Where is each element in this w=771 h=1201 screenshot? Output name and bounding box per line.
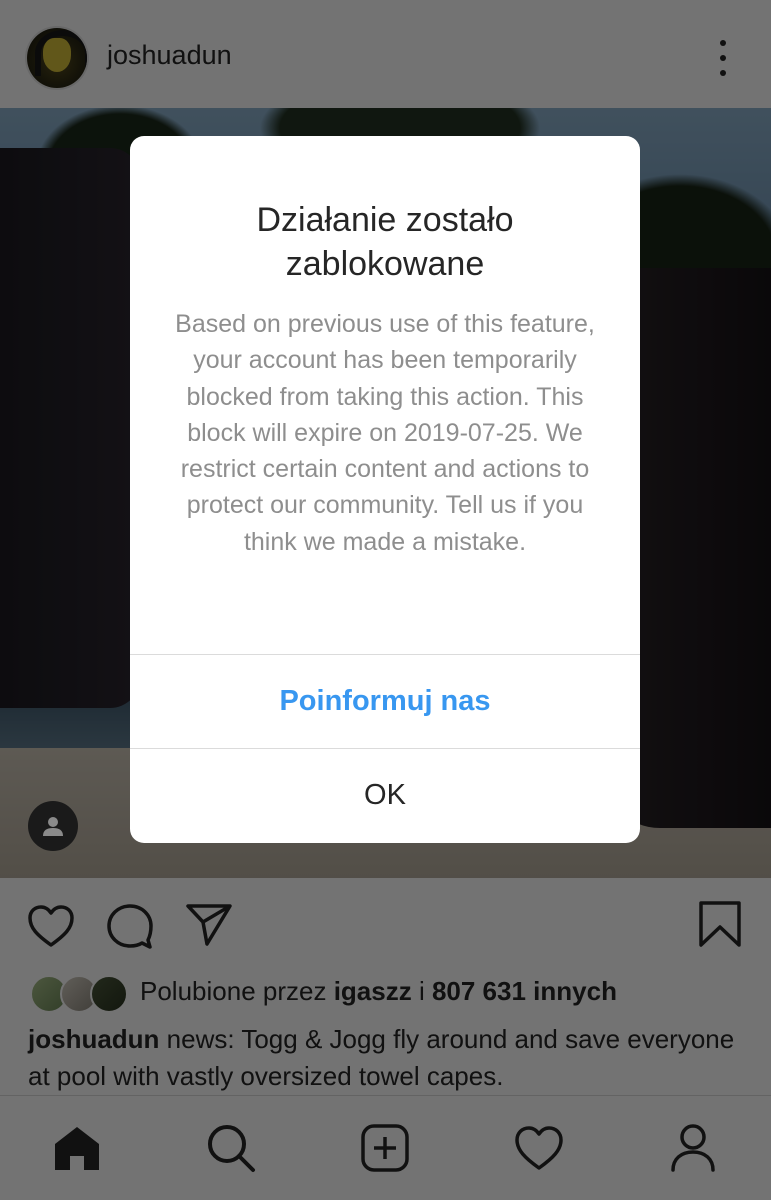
post-action-bar: [0, 878, 771, 970]
post-header: joshuadun: [0, 0, 771, 108]
more-dot: [720, 55, 726, 61]
comment-icon[interactable]: [106, 902, 154, 950]
post-caption: joshuadun news: Togg & Jogg fly around a…: [28, 1021, 748, 1095]
add-post-icon: [361, 1124, 409, 1172]
likes-user[interactable]: igaszz: [334, 976, 412, 1006]
more-dot: [720, 70, 726, 76]
likes-prefix: Polubione przez: [140, 976, 334, 1006]
search-icon: [208, 1125, 255, 1172]
liker-avatars[interactable]: [30, 972, 130, 1013]
profile-icon: [671, 1124, 715, 1172]
nav-add-post[interactable]: [357, 1120, 413, 1176]
dialog-title: Działanie zostało zablokowane: [256, 201, 514, 283]
nav-profile[interactable]: [665, 1120, 721, 1176]
likes-connector: i: [411, 976, 432, 1006]
nav-activity[interactable]: [511, 1120, 567, 1176]
activity-heart-icon: [515, 1126, 563, 1170]
nav-home[interactable]: [49, 1120, 105, 1176]
nav-search[interactable]: [203, 1120, 259, 1176]
heart-icon[interactable]: [27, 904, 75, 948]
ok-button[interactable]: OK: [130, 749, 640, 842]
user-tag-icon[interactable]: [28, 801, 78, 851]
likes-row: [30, 970, 130, 1014]
caption-username[interactable]: joshuadun: [28, 1024, 159, 1054]
photo-figure-left: [0, 148, 140, 708]
more-dot: [720, 40, 726, 46]
likes-count[interactable]: 807 631 innych: [432, 976, 617, 1006]
home-icon: [55, 1127, 99, 1170]
liker-avatar: [90, 975, 128, 1013]
dialog-message: Based on previous use of this feature, y…: [175, 310, 595, 556]
report-button[interactable]: Poinformuj nas: [130, 655, 640, 748]
author-avatar[interactable]: [27, 28, 87, 88]
author-username[interactable]: joshuadun: [107, 40, 232, 71]
bookmark-icon[interactable]: [698, 900, 742, 948]
avatar-face-shape: [43, 38, 71, 72]
bottom-nav: [0, 1095, 771, 1201]
paper-plane-icon[interactable]: [185, 902, 233, 946]
action-blocked-dialog: Działanie zostało zablokowane Based on p…: [130, 136, 640, 843]
person-icon: [43, 817, 63, 836]
likes-text[interactable]: Polubione przez igaszz i 807 631 innych: [140, 976, 617, 1007]
more-vertical-icon[interactable]: [712, 40, 734, 76]
